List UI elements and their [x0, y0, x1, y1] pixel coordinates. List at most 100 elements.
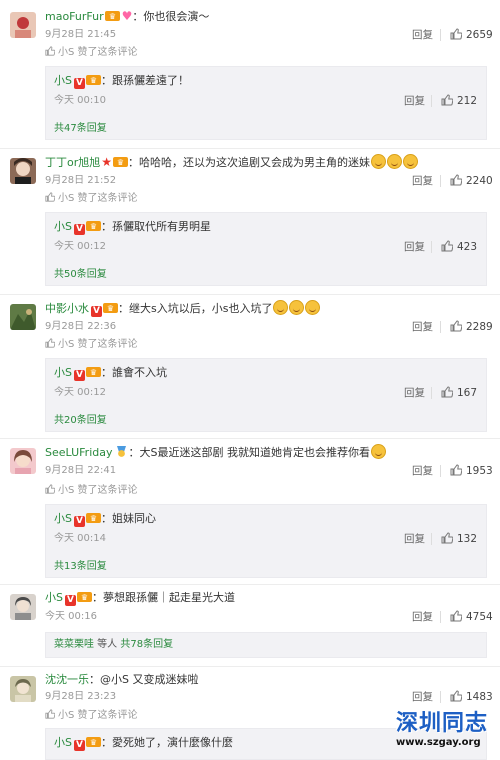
- liked-by: 小S 赞了这条评论: [45, 46, 138, 60]
- medal-icon: [114, 446, 129, 457]
- crown-icon: ♛: [85, 220, 101, 231]
- svg-text:♛: ♛: [90, 368, 97, 377]
- like-button[interactable]: 2659: [450, 28, 493, 42]
- reply-button[interactable]: 回复: [412, 28, 433, 42]
- comment-username[interactable]: 小S: [45, 591, 63, 604]
- comment-time: 9月28日 22:41: [45, 465, 117, 476]
- reply-text: ：誰會不入坑: [100, 366, 167, 379]
- avatar[interactable]: [10, 304, 36, 330]
- star-icon: ★: [101, 155, 113, 169]
- liked-by: 小S 赞了这条评论: [45, 338, 138, 352]
- thumbs-up-icon: [441, 532, 453, 544]
- reply-button[interactable]: 回复: [412, 320, 433, 334]
- thumbs-up-icon: [45, 484, 55, 494]
- like-count: 212: [457, 95, 478, 107]
- reply-button[interactable]: 回复: [404, 386, 425, 400]
- like-count: 2289: [466, 321, 493, 333]
- svg-text:♛: ♛: [90, 222, 97, 231]
- comment-username[interactable]: SeeLUFriday: [45, 446, 113, 459]
- reply-thread: 小S V ♛ ：誰會不入坑 今天 00:12 回复 167 共20条回复: [45, 358, 487, 432]
- like-button[interactable]: 2289: [450, 320, 493, 334]
- more-replies-link[interactable]: 共50条回复: [54, 268, 107, 282]
- crown-icon: ♛: [104, 10, 120, 21]
- thumbs-up-icon: [450, 464, 462, 476]
- more-replies-link[interactable]: 共20条回复: [54, 414, 107, 428]
- crown-icon: ♛: [113, 156, 129, 167]
- reply-text: ：跟孫儷差遠了！: [100, 74, 189, 87]
- thumbs-up-icon: [45, 192, 55, 202]
- comment-text: ：哈哈哈，还以为这次追剧又会成为男主角的迷妹: [128, 156, 371, 169]
- avatar[interactable]: [10, 448, 36, 474]
- like-button[interactable]: 4754: [450, 610, 493, 624]
- thumbs-up-icon: [45, 338, 55, 348]
- site-watermark: 深圳同志 www.szgay.org: [396, 705, 496, 753]
- reply-button[interactable]: 回复: [404, 240, 425, 254]
- reply-username[interactable]: 菜菜栗哇: [54, 639, 94, 650]
- comment-username[interactable]: 中影小水: [45, 302, 89, 315]
- laugh-emoji-icon: [387, 154, 403, 169]
- laugh-emoji-icon: [371, 154, 387, 169]
- crown-icon: ♛: [85, 512, 101, 523]
- avatar[interactable]: [10, 676, 36, 702]
- comment-time: 9月28日 22:36: [45, 321, 117, 332]
- reply-button[interactable]: 回复: [412, 174, 433, 188]
- like-count: 2659: [466, 29, 493, 41]
- reply-time: 今天 00:12: [54, 387, 106, 398]
- reply-username[interactable]: 小S: [54, 74, 72, 87]
- reply-button[interactable]: 回复: [404, 94, 425, 108]
- like-button[interactable]: 212: [441, 94, 477, 108]
- comment-time: 今天 00:16: [45, 611, 97, 622]
- like-button[interactable]: 132: [441, 532, 477, 546]
- thumbs-up-icon: [441, 386, 453, 398]
- reply-username[interactable]: 小S: [54, 220, 72, 233]
- thumbs-up-icon: [441, 240, 453, 252]
- comment-text: ：你也很会演～: [132, 10, 210, 23]
- crown-icon: ♛: [85, 74, 101, 85]
- like-button[interactable]: 1953: [450, 464, 493, 478]
- reply-button[interactable]: 回复: [412, 464, 433, 478]
- comment-username[interactable]: 沈沈一乐: [45, 673, 89, 686]
- like-count: 4754: [466, 611, 493, 623]
- like-button[interactable]: 167: [441, 386, 477, 400]
- crown-icon: ♛: [76, 591, 92, 602]
- like-button[interactable]: 423: [441, 240, 477, 254]
- like-button[interactable]: 2240: [450, 174, 493, 188]
- like-count: 1953: [466, 465, 493, 477]
- thumbs-up-icon: [441, 94, 453, 106]
- comment-time: 9月28日 21:52: [45, 175, 117, 186]
- comment-username[interactable]: maoFurFur: [45, 10, 104, 23]
- thumbs-up-icon: [450, 610, 462, 622]
- smile-emoji-icon: [370, 444, 386, 459]
- more-replies-link[interactable]: 菜菜栗哇 等人 共78条回复: [54, 638, 173, 652]
- reply-text: ：姐妹同心: [100, 512, 156, 525]
- comment-text: ：夢想跟孫儷｜起走星光大道: [91, 591, 235, 604]
- like-count: 132: [457, 533, 478, 545]
- reply-username[interactable]: 小S: [54, 512, 72, 525]
- laugh-emoji-icon: [273, 300, 289, 315]
- svg-text:♛: ♛: [90, 514, 97, 523]
- avatar[interactable]: [10, 12, 36, 38]
- reply-button[interactable]: 回复: [404, 532, 425, 546]
- reply-username[interactable]: 小S: [54, 366, 72, 379]
- like-count: 167: [457, 387, 478, 399]
- reply-username[interactable]: 小S: [54, 736, 72, 749]
- crown-icon: ♛: [85, 736, 101, 747]
- reply-text: ：孫儷取代所有男明星: [100, 220, 211, 233]
- watermark-title: 深圳同志: [396, 710, 489, 736]
- avatar[interactable]: [10, 158, 36, 184]
- like-button[interactable]: 1483: [450, 690, 493, 704]
- liked-by: 小S 赞了这条评论: [45, 192, 138, 206]
- svg-text:♛: ♛: [90, 738, 97, 747]
- thumbs-up-icon: [450, 320, 462, 332]
- liked-by: 小S 赞了这条评论: [45, 709, 138, 723]
- comment-text: ：继大s入坑以后，小s也入坑了: [118, 302, 273, 315]
- more-replies-link[interactable]: 共13条回复: [54, 560, 107, 574]
- reply-time: 今天 00:12: [54, 241, 106, 252]
- avatar[interactable]: [10, 594, 36, 620]
- comment-time: 9月28日 21:45: [45, 29, 117, 40]
- comment-username[interactable]: 丁丁or旭旭: [45, 156, 100, 169]
- reply-button[interactable]: 回复: [412, 690, 433, 704]
- verified-icon: V: [73, 78, 85, 89]
- reply-button[interactable]: 回复: [412, 610, 433, 624]
- more-replies-link[interactable]: 共47条回复: [54, 122, 107, 136]
